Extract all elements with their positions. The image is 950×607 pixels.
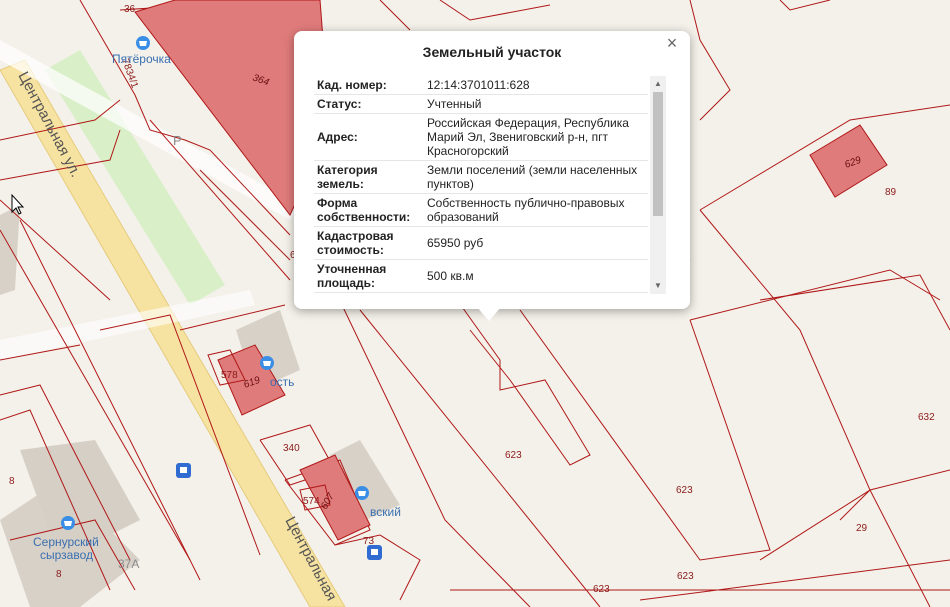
parcel-label: 632	[918, 412, 935, 423]
scroll-up-icon[interactable]: ▲	[650, 76, 666, 92]
table-row: Адрес: Российская Федерация, Республика …	[314, 113, 648, 161]
scroll-thumb[interactable]	[653, 92, 663, 216]
poi-label-shop-2[interactable]: вский	[370, 505, 401, 519]
parcel-label: 623	[677, 571, 694, 582]
shop-icon[interactable]	[61, 516, 75, 530]
popup-body: Кад. номер: 12:14:3701011:628 Статус: Уч…	[314, 76, 666, 294]
bus-stop-icon[interactable]	[176, 463, 191, 478]
row-value: 65950 руб	[424, 226, 648, 260]
parcel-info-table: Кад. номер: 12:14:3701011:628 Статус: Уч…	[314, 76, 648, 293]
shop-icon[interactable]	[260, 356, 274, 370]
row-value: 500 кв.м	[424, 259, 648, 293]
row-value: 12:14:3701011:628	[424, 76, 648, 95]
row-key: Уточненная площадь:	[314, 259, 424, 293]
row-value: Российская Федерация, Республика Марий Э…	[424, 113, 648, 161]
row-value: Собственность публично-правовых образова…	[424, 193, 648, 227]
shop-icon[interactable]	[136, 36, 150, 50]
parcel-label: 623	[593, 584, 610, 595]
parcel-label: 574	[303, 496, 320, 507]
parcel-label: 29	[856, 523, 868, 534]
row-key: Категория земель:	[314, 160, 424, 194]
parcel-label: 36	[124, 4, 136, 15]
row-key: Адрес:	[314, 113, 424, 161]
row-value: Учтенный	[424, 94, 648, 114]
popup-title: Земельный участок	[422, 44, 562, 60]
row-key: Кадастровая стоимость:	[314, 226, 424, 260]
row-key: Кад. номер:	[314, 76, 424, 95]
popup-tail	[477, 307, 501, 321]
house-number: 37А	[118, 557, 139, 571]
poi-label-pyaterochka[interactable]: Пятёрочка	[112, 52, 171, 66]
table-row: Категория земель: Земли поселений (земли…	[314, 160, 648, 194]
table-row: Форма собственности: Собственность публи…	[314, 193, 648, 227]
parcel-label: 623	[676, 485, 693, 496]
parcel-label: 340	[283, 443, 300, 454]
table-row: Уточненная площадь: 500 кв.м	[314, 259, 648, 293]
row-key: Статус:	[314, 94, 424, 114]
popup-scrollbar[interactable]: ▲ ▼	[650, 76, 666, 294]
table-row: Кад. номер: 12:14:3701011:628	[314, 76, 648, 95]
parcel-info-popup: × Земельный участок Кад. номер: 12:14:37…	[294, 31, 690, 321]
row-key: Форма собственности:	[314, 193, 424, 227]
table-row: Статус: Учтенный	[314, 94, 648, 114]
parcel-label: 8	[56, 569, 62, 580]
parcel-label: 89	[885, 187, 897, 198]
scroll-down-icon[interactable]: ▼	[650, 278, 666, 294]
poi-label-sernur-2[interactable]: сырзавод	[40, 548, 93, 562]
parcel-label: 623	[505, 450, 522, 461]
parcel-label: 8	[9, 476, 15, 487]
bus-stop-icon[interactable]	[367, 545, 382, 560]
row-value: Земли поселений (земли населенных пункто…	[424, 160, 648, 194]
poi-label-sernur[interactable]: Сернурский	[33, 535, 99, 549]
parking-label: P	[173, 133, 182, 148]
table-row: Кадастровая стоимость: 65950 руб	[314, 226, 648, 260]
poi-label-shop[interactable]: ость	[270, 375, 294, 389]
shop-icon[interactable]	[355, 486, 369, 500]
parcel-label: 578	[221, 370, 238, 381]
